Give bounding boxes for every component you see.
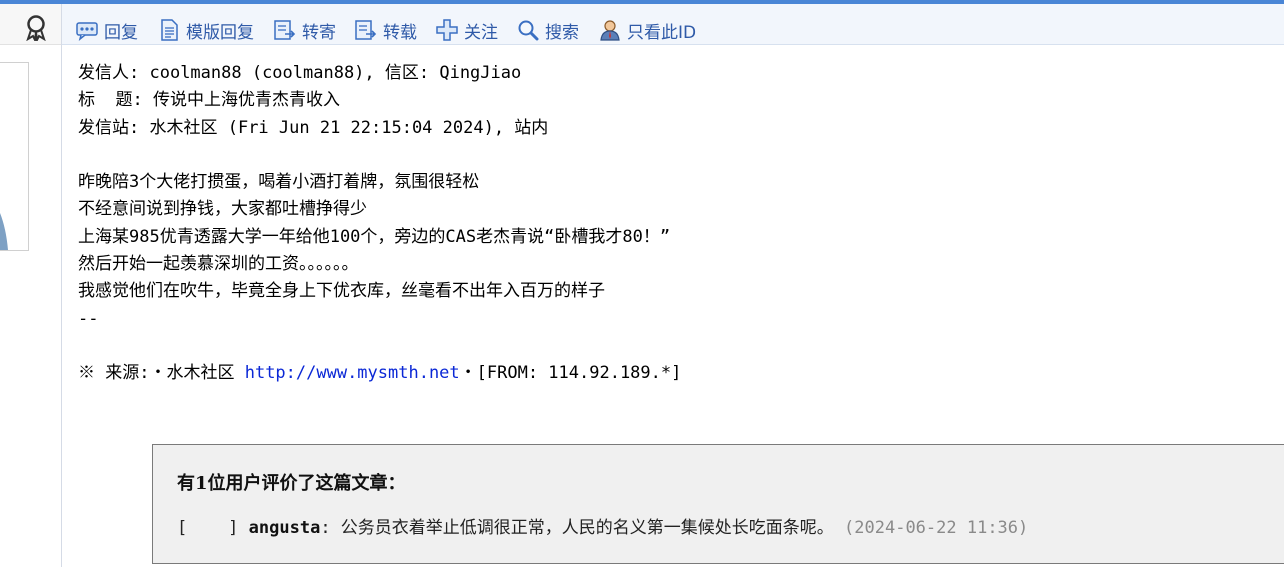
post-content: 发信人: coolman88 (coolman88), 信区: QingJiao…	[78, 60, 1258, 388]
review-user[interactable]: angusta	[249, 518, 321, 538]
avatar	[0, 62, 29, 251]
review-colon: :	[320, 518, 341, 538]
search-icon	[518, 20, 539, 41]
site-value: 水木社区 (Fri Jun 21 22:15:04 2024), 站内	[149, 117, 549, 138]
forward-button[interactable]: 转寄	[274, 18, 336, 43]
reply-button[interactable]: 回复	[76, 18, 138, 43]
repost-label: 转载	[383, 22, 417, 43]
review-bracket: [ ]	[177, 518, 249, 538]
signature-separator: --	[78, 308, 99, 329]
review-time: (2024-06-22 11:36)	[833, 518, 1029, 538]
only-this-id-button[interactable]: 只看此ID	[599, 18, 697, 43]
review-title: 有1位用户评价了这篇文章：	[177, 473, 406, 494]
post-body-line: 不经意间说到挣钱，大家都吐槽挣得少	[78, 199, 367, 220]
post-sender-line: 发信人: coolman88 (coolman88), 信区: QingJiao	[78, 60, 1258, 87]
column-divider	[61, 4, 62, 567]
review-panel: 有1位用户评价了这篇文章： [ ] angusta: 公务员衣着举止低调很正常，…	[152, 444, 1284, 564]
template-reply-label: 模版回复	[186, 22, 254, 43]
template-reply-button[interactable]: 模版回复	[158, 18, 254, 43]
user-filter-icon	[600, 20, 620, 41]
reply-label: 回复	[104, 22, 138, 43]
follow-button[interactable]: 关注	[436, 18, 498, 43]
repost-icon	[355, 20, 377, 40]
search-label: 搜索	[545, 22, 579, 43]
follow-label: 关注	[464, 22, 498, 43]
sender-label: 发信人:	[78, 63, 150, 83]
source-prefix: ※ 来源:・水木社区	[78, 363, 245, 384]
repost-button[interactable]: 转载	[355, 18, 417, 43]
medal-icon	[26, 15, 46, 41]
post-source-line: ※ 来源:・水木社区 http://www.mysmth.net・[FROM: …	[78, 360, 1258, 387]
post-body-line: 上海某985优青透露大学一年给他100个，旁边的CAS老杰青说“卧槽我才80！”	[78, 226, 671, 247]
follow-icon	[436, 19, 458, 41]
post-site-line: 发信站: 水木社区 (Fri Jun 21 22:15:04 2024), 站内	[78, 115, 1258, 142]
site-label: 发信站:	[78, 117, 150, 138]
sender-value: coolman88 (coolman88), 信区: QingJiao	[149, 63, 522, 83]
post-toolbar: 回复 模版回复 转寄 转载 关注 搜索 只看此ID	[62, 4, 1284, 45]
reply-icon	[76, 22, 98, 41]
template-reply-icon	[161, 19, 178, 41]
review-item: [ ] angusta: 公务员衣着举止低调很正常，人民的名义第一集候处长吃面条…	[177, 513, 1028, 538]
search-button[interactable]: 搜索	[517, 18, 579, 43]
post-title: 传说中上海优青杰青收入	[152, 90, 340, 111]
review-text: 公务员衣着举止低调很正常，人民的名义第一集候处长吃面条呢。	[340, 518, 834, 538]
forward-icon	[274, 20, 296, 40]
post-body-line: 然后开始一起羡慕深圳的工资。。。。。。	[78, 254, 359, 275]
post-title-line: 标 题: 传说中上海优青杰青收入	[78, 87, 1258, 114]
post-body-line: 昨晚陪3个大佬打掼蛋，喝着小酒打着牌，氛围很轻松	[78, 172, 480, 193]
only-this-id-label: 只看此ID	[627, 22, 697, 43]
source-suffix: ・[FROM: 114.92.189.*]	[459, 363, 682, 384]
title-label: 标 题:	[78, 90, 153, 111]
post-body-line: 我感觉他们在吹牛，毕竟全身上下优衣库，丝毫看不出年入百万的样子	[78, 281, 605, 302]
forward-label: 转寄	[302, 22, 336, 43]
source-link[interactable]: http://www.mysmth.net	[245, 363, 460, 383]
